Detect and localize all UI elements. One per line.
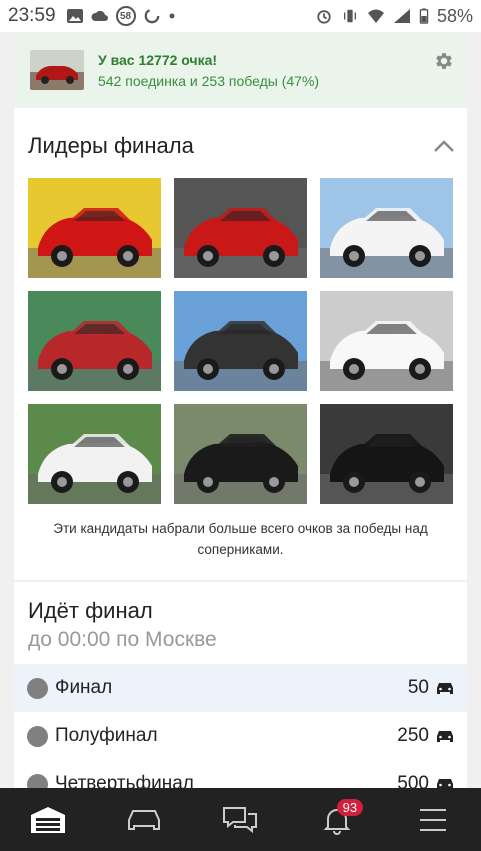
- cloud-icon: [91, 10, 108, 21]
- stage-row-quarterfinal[interactable]: Четвертьфинал 500: [14, 760, 467, 788]
- stage-row-semifinal[interactable]: Полуфинал 250: [14, 712, 467, 760]
- main-content[interactable]: У вас 12772 очка! 542 поединка и 253 поб…: [14, 32, 467, 788]
- leaders-header[interactable]: Лидеры финала: [14, 126, 467, 166]
- chat-icon: [223, 806, 258, 833]
- final-title: Идёт финал: [28, 598, 153, 623]
- chevron-up-icon[interactable]: [433, 139, 455, 153]
- notifications-badge: 93: [336, 798, 364, 816]
- nav-cars[interactable]: [114, 795, 174, 845]
- leaders-title: Лидеры финала: [28, 133, 194, 158]
- leader-car-photo-dark-mercedes-field[interactable]: [174, 291, 307, 391]
- stage-label: Финал: [55, 677, 113, 698]
- garage-icon: [31, 806, 66, 833]
- car-icon: [437, 683, 453, 694]
- status-bar: 23:59 58 58%: [0, 0, 481, 32]
- leader-car-photo-red-sedan-garage[interactable]: [28, 178, 161, 278]
- stage-row-final[interactable]: Финал 50: [14, 664, 467, 712]
- nav-notifications[interactable]: 93: [307, 795, 367, 845]
- leader-car-photo-white-supra-track[interactable]: [28, 404, 161, 504]
- leader-car-photo-white-hatchback[interactable]: [320, 291, 453, 391]
- points-title: У вас 12772 очка!: [98, 51, 218, 68]
- leaders-caption: Эти кандидаты набрали больше всего очков…: [53, 521, 428, 557]
- nav-garage[interactable]: [18, 795, 78, 845]
- leaders-grid: [14, 166, 467, 504]
- car-outline-icon: [128, 809, 161, 830]
- battery-icon: [419, 8, 429, 24]
- gallery-icon: [66, 9, 83, 23]
- car-icon: [437, 779, 453, 788]
- hamburger-menu-icon: [419, 808, 446, 831]
- final-deadline: до 00:00 по Москве: [28, 628, 217, 651]
- profile-summary[interactable]: У вас 12772 очка! 542 поединка и 253 поб…: [14, 32, 467, 108]
- nav-menu[interactable]: [403, 795, 463, 845]
- vibrate-icon: [343, 9, 356, 23]
- leader-car-photo-red-audi-front[interactable]: [174, 178, 307, 278]
- stage-count: 50: [407, 677, 429, 698]
- status-dot: [27, 677, 48, 699]
- leader-car-photo-black-audi-rear[interactable]: [320, 404, 453, 504]
- stage-label: Четвертьфинал: [55, 773, 194, 788]
- leaders-section: Лидеры финала Эти кандидаты набрали боль…: [14, 108, 467, 580]
- gear-icon[interactable]: [433, 50, 455, 72]
- wifi-icon: [367, 9, 384, 23]
- final-section: Идёт финал до 00:00 по Москве Финал 50 П…: [14, 582, 467, 788]
- battery-percent: 58%: [436, 5, 473, 26]
- notification-count-icon: 58: [115, 6, 136, 26]
- alarm-icon: [317, 10, 331, 24]
- dot-icon: [169, 13, 175, 19]
- stage-count: 500: [397, 773, 429, 788]
- signal-icon: [393, 9, 410, 23]
- stage-label: Полуфинал: [55, 725, 158, 746]
- car-icon: [437, 731, 453, 742]
- duels-stats: 542 поединка и 253 победы (47%): [98, 72, 320, 89]
- profile-car-photo[interactable]: [30, 50, 84, 90]
- stage-count: 250: [397, 725, 429, 746]
- status-time: 23:59: [8, 5, 56, 26]
- bottom-navigation: 93: [0, 788, 481, 851]
- leader-car-photo-red-coupe-event[interactable]: [28, 291, 161, 391]
- status-dot: [27, 773, 48, 788]
- leader-car-photo-black-honda-front[interactable]: [174, 404, 307, 504]
- nav-messages[interactable]: [210, 795, 270, 845]
- status-dot: [27, 725, 48, 747]
- sync-circle-icon: [144, 8, 159, 24]
- leader-car-photo-white-supra-roadside[interactable]: [320, 178, 453, 278]
